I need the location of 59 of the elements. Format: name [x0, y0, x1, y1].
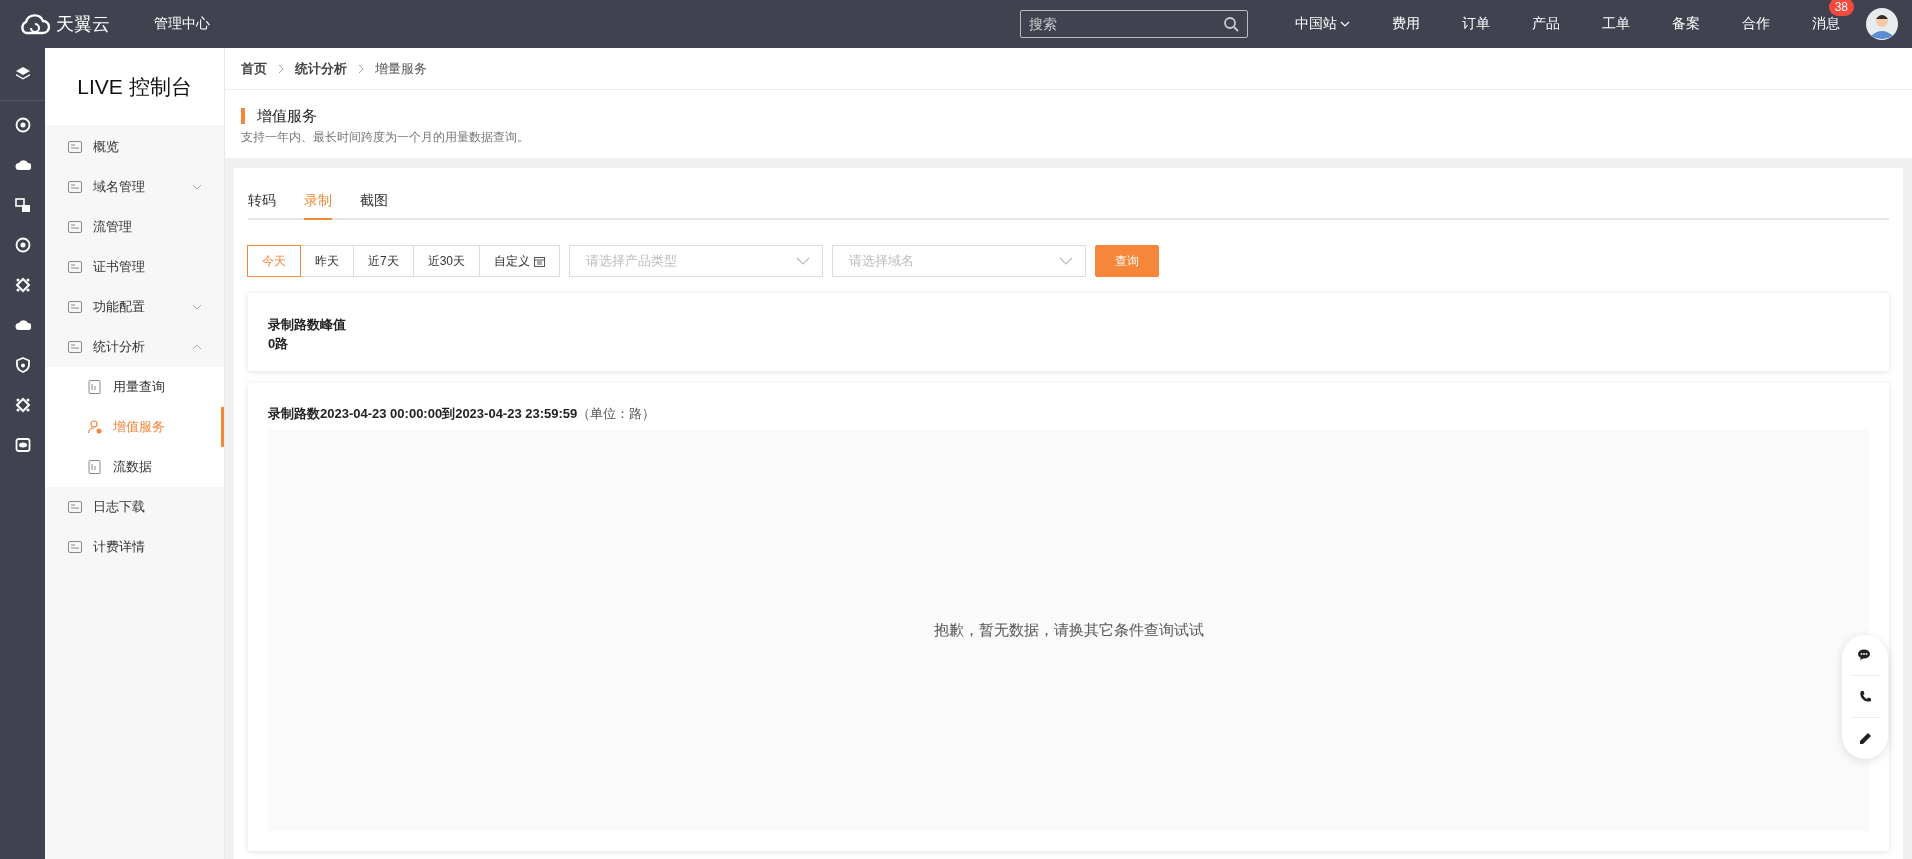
- diamond-icon[interactable]: [14, 397, 31, 413]
- console-link[interactable]: 管理中心: [154, 15, 210, 33]
- sidebar-item[interactable]: 域名管理: [45, 167, 224, 207]
- chevron-right-icon: [277, 63, 285, 74]
- user-icon: [87, 419, 103, 435]
- sidebar-item[interactable]: 计费详情: [45, 527, 224, 567]
- sidebar-subitem[interactable]: 用量查询: [45, 367, 224, 407]
- chart-unit: （单位：路）: [577, 406, 656, 421]
- diamond-icon[interactable]: [14, 277, 31, 293]
- sidebar-subitem[interactable]: 流数据: [45, 447, 224, 487]
- nav-link[interactable]: 中国站: [1295, 15, 1350, 33]
- phone-icon[interactable]: [1858, 690, 1872, 703]
- peak-value: 0路: [268, 335, 290, 353]
- sidebar-item[interactable]: 流管理: [45, 207, 224, 247]
- logo-text[interactable]: 天翼云: [56, 12, 110, 36]
- disc-icon[interactable]: [14, 237, 31, 253]
- count-badge: 38: [1828, 0, 1854, 16]
- breadcrumb-link[interactable]: 统计分析: [295, 59, 347, 78]
- avatar-icon[interactable]: [1866, 8, 1898, 40]
- tab[interactable]: 转码: [248, 182, 276, 220]
- nav-link[interactable]: 合作: [1742, 15, 1770, 33]
- tab[interactable]: 截图: [360, 182, 388, 220]
- chat-icon[interactable]: [1858, 649, 1872, 661]
- range-button[interactable]: 昨天: [300, 245, 354, 277]
- chevron-right-icon: [357, 63, 365, 74]
- cloud-icon[interactable]: [14, 157, 31, 173]
- page-title: 增值服务: [241, 108, 1896, 124]
- sidebar-item[interactable]: 日志下载: [45, 487, 224, 527]
- custom-range-button[interactable]: 自定义: [479, 245, 561, 277]
- cloud-icon[interactable]: [14, 317, 31, 333]
- peak-label: 录制路数峰值: [268, 316, 347, 334]
- layers-icon[interactable]: [14, 66, 31, 82]
- sidebar-item[interactable]: 统计分析: [45, 327, 224, 367]
- messages-link[interactable]: 消息: [1812, 15, 1840, 33]
- console-title: LIVE 控制台: [45, 48, 224, 125]
- chevron-down-icon: [796, 257, 811, 265]
- sidebar-item[interactable]: 功能配置: [45, 287, 224, 327]
- chart-title: 录制路数2023-04-23 00:00:00到2023-04-23 23:59:59: [268, 406, 578, 421]
- breadcrumb-link[interactable]: 增量服务: [375, 59, 427, 78]
- eye-icon[interactable]: [14, 437, 31, 453]
- sidebar-item[interactable]: 概览: [45, 127, 224, 167]
- nav-link[interactable]: 工单: [1602, 15, 1630, 33]
- chevron-down-icon: [1059, 257, 1074, 265]
- sidebar-item[interactable]: 证书管理: [45, 247, 224, 287]
- nav-link[interactable]: 费用: [1392, 15, 1420, 33]
- search-field[interactable]: 搜索: [1020, 10, 1248, 38]
- nav-link[interactable]: 订单: [1462, 15, 1490, 33]
- search-icon[interactable]: [1223, 16, 1239, 32]
- range-button[interactable]: 近30天: [412, 245, 481, 277]
- empty-message: 抱歉，暂无数据，请换其它条件查询试试: [933, 620, 1204, 640]
- pencil-icon[interactable]: [1858, 732, 1872, 745]
- nav-link[interactable]: 产品: [1532, 15, 1560, 33]
- calendar-icon: [534, 255, 546, 267]
- range-button[interactable]: 近7天: [353, 245, 414, 277]
- breadcrumb-link[interactable]: 首页: [241, 59, 267, 78]
- nav-link[interactable]: 备案: [1672, 15, 1700, 33]
- cloud-logo-icon: [18, 13, 50, 35]
- shield-icon[interactable]: [14, 357, 31, 373]
- page-description: 支持一年内、最长时间跨度为一个月的用量数据查询。: [241, 129, 530, 146]
